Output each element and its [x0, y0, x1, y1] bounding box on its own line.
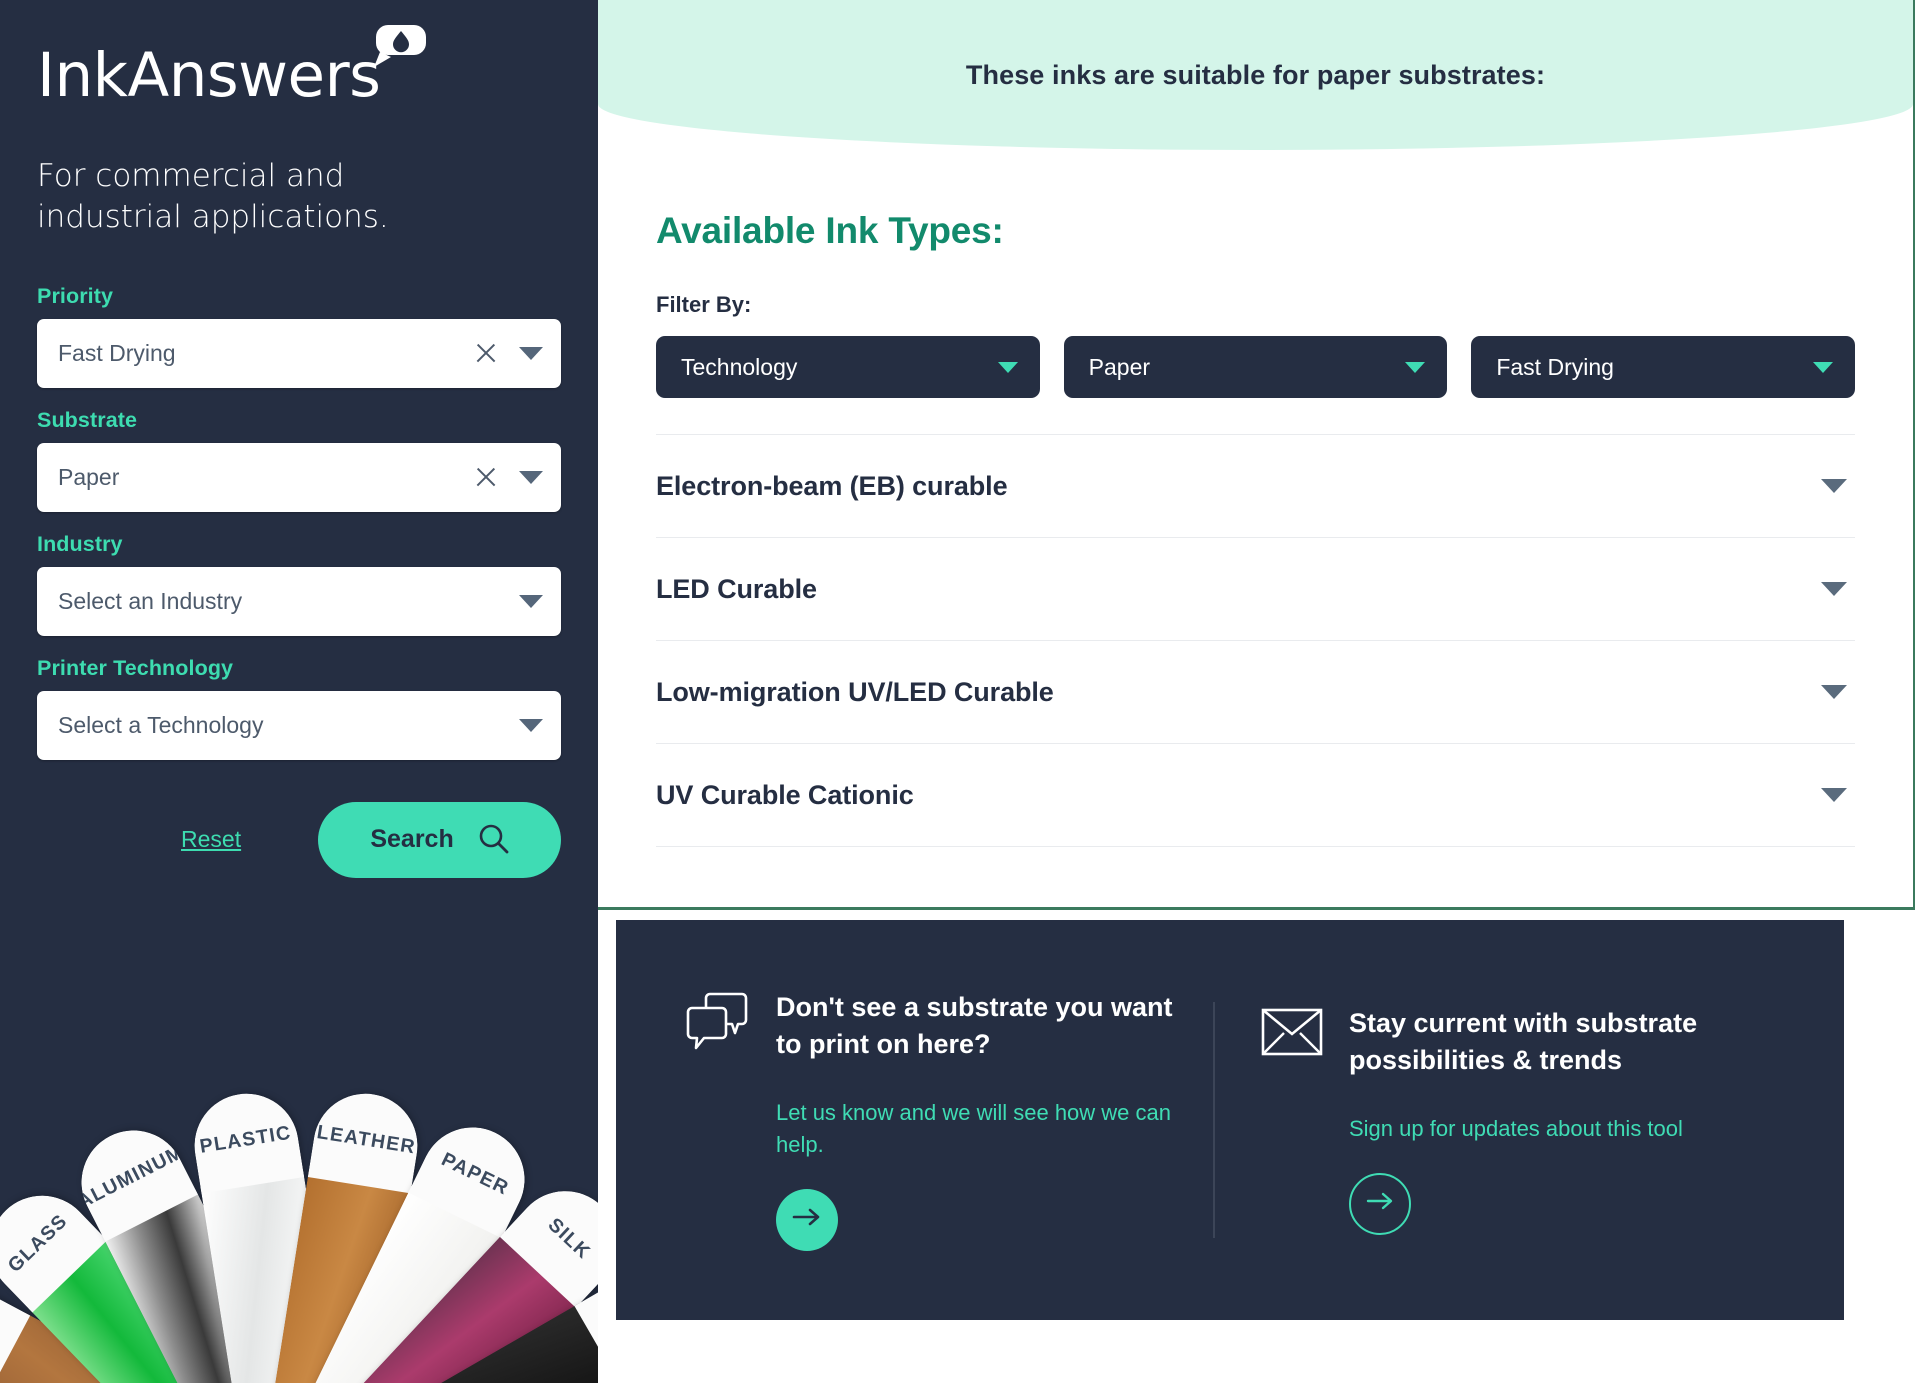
cta-arrow-button[interactable] — [776, 1188, 838, 1251]
magnifier-icon — [478, 823, 509, 857]
select-priority[interactable]: Fast Drying — [37, 318, 561, 388]
search-button-label: Search — [370, 825, 454, 854]
chevron-down-icon — [997, 361, 1018, 373]
chevron-down-icon[interactable] — [1821, 582, 1847, 596]
arrow-right-icon — [792, 1207, 822, 1232]
chevron-down-icon — [1405, 361, 1426, 373]
accordion-item[interactable]: UV Curable Cationic — [656, 744, 1855, 847]
swatch-cardboard — [0, 1272, 331, 1383]
label-substrate: Substrate — [37, 407, 138, 432]
main-content: These inks are suitable for paper substr… — [598, 0, 1915, 1383]
envelope-icon — [1261, 1008, 1323, 1061]
swatch-label-tab: GLASS — [0, 1174, 108, 1313]
select-substrate[interactable]: Paper — [37, 442, 561, 512]
arrow-right-icon — [1365, 1191, 1395, 1216]
swatch-cotton: COTTON — [280, 1259, 598, 1383]
swatch-label-tab: PLASTIC — [187, 1086, 305, 1194]
filter-chip-fast-drying[interactable]: Fast Drying — [1471, 336, 1856, 398]
sidebar-actions: Reset Search — [37, 801, 561, 878]
accordion-item[interactable]: Low-migration UV/LED Curable — [656, 641, 1855, 744]
cta-substrate-request: Don't see a substrate you want to print … — [672, 989, 1213, 1251]
logo-text: InkAnswers — [37, 40, 381, 111]
label-industry: Industry — [37, 531, 123, 556]
cta-body: Stay current with substrate possibilitie… — [1349, 1005, 1754, 1235]
cta-link-text[interactable]: Let us know and we will see how we can h… — [776, 1097, 1176, 1161]
chevron-down-icon[interactable] — [519, 594, 543, 608]
tagline: For commercial and industrial applicatio… — [37, 158, 389, 235]
swatch-label-tab: COTTON — [574, 1259, 598, 1383]
chevron-down-icon[interactable] — [519, 346, 543, 360]
clear-priority-icon[interactable] — [471, 338, 501, 368]
sidebar-content: InkAnswers For commercial and industrial… — [0, 0, 598, 878]
hero-title: These inks are suitable for paper substr… — [965, 60, 1546, 90]
swatch-label-tab: LEATHER — [307, 1086, 425, 1194]
results-panel: These inks are suitable for paper substr… — [598, 0, 1915, 910]
cta-body: Don't see a substrate you want to print … — [776, 989, 1179, 1251]
filter-chips: Technology Paper Fast Drying — [656, 336, 1856, 398]
select-printer-technology[interactable]: Select a Technology — [37, 690, 561, 760]
select-industry[interactable]: Select an Industry — [37, 566, 561, 636]
speech-bubble-ink-drop-icon — [374, 25, 427, 67]
accordion-item-label: LED Curable — [656, 573, 817, 604]
filter-by-label: Filter By: — [656, 292, 752, 317]
results-content: Available Ink Types: Filter By: Technolo… — [598, 150, 1913, 847]
accordion-item-label: UV Curable Cationic — [656, 779, 914, 810]
chevron-down-icon[interactable] — [1821, 479, 1847, 493]
select-printer-technology-value: Select a Technology — [58, 711, 264, 738]
clear-substrate-icon[interactable] — [471, 462, 501, 492]
hero-banner: These inks are suitable for paper substr… — [598, 0, 1913, 150]
label-printer-technology: Printer Technology — [37, 655, 234, 680]
chevron-down-icon[interactable] — [1821, 685, 1847, 699]
select-priority-value: Fast Drying — [58, 339, 176, 366]
cta-title: Don't see a substrate you want to print … — [776, 992, 1173, 1060]
page-title: Available Ink Types: — [656, 210, 1004, 251]
swatch-label-tab: ALUMINUM — [63, 1112, 198, 1242]
accordion-item-label: Electron-beam (EB) curable — [656, 470, 1008, 501]
chevron-down-icon[interactable] — [519, 718, 543, 732]
filter-chip-paper[interactable]: Paper — [1063, 336, 1448, 398]
swatch-glass: GLASS — [0, 1174, 344, 1383]
search-button[interactable]: Search — [318, 801, 561, 878]
swatch-plastic: PLASTIC — [187, 1086, 358, 1383]
field-priority: Priority Fast Drying — [37, 284, 561, 388]
swatch-silk: SILK — [267, 1169, 598, 1383]
reset-link[interactable]: Reset — [181, 826, 241, 853]
ink-types-accordion: Electron-beam (EB) curable LED Curable L… — [656, 434, 1855, 847]
swatch-label-tab: PAPER — [408, 1109, 543, 1239]
field-industry: Industry Select an Industry — [37, 532, 561, 636]
swatch-label-tab — [0, 1272, 31, 1383]
cta-arrow-button[interactable] — [1349, 1172, 1411, 1235]
chevron-down-icon — [1813, 361, 1834, 373]
field-substrate: Substrate Paper — [37, 408, 561, 512]
field-printer-technology: Printer Technology Select a Technology — [37, 656, 561, 760]
filter-chip-label: Paper — [1088, 353, 1151, 380]
select-substrate-value: Paper — [58, 463, 120, 490]
cta-title: Stay current with substrate possibilitie… — [1349, 1008, 1698, 1076]
swatch-label-tab: SILK — [499, 1169, 598, 1308]
filter-chip-label: Technology — [681, 353, 798, 380]
cta-link-text[interactable]: Sign up for updates about this tool — [1349, 1113, 1749, 1145]
accordion-item[interactable]: LED Curable — [656, 538, 1855, 641]
substrate-swatch-fan: GLASS ALUMINUM PLASTIC LEATHER PAPER SIL… — [0, 951, 598, 1383]
speech-bubbles-icon — [686, 992, 750, 1055]
swatch-leather: LEATHER — [254, 1086, 425, 1383]
swatch-paper: PAPER — [259, 1109, 543, 1383]
label-priority: Priority — [37, 283, 114, 308]
select-industry-value: Select an Industry — [58, 587, 243, 614]
logo[interactable]: InkAnswers — [37, 25, 427, 111]
filter-chip-technology[interactable]: Technology — [656, 336, 1040, 398]
chevron-down-icon[interactable] — [519, 470, 543, 484]
filter-chip-label: Fast Drying — [1496, 353, 1614, 380]
chevron-down-icon[interactable] — [1821, 788, 1847, 802]
accordion-item-label: Low-migration UV/LED Curable — [656, 676, 1054, 707]
accordion-item[interactable]: Electron-beam (EB) curable — [656, 435, 1855, 538]
cta-panel: Don't see a substrate you want to print … — [616, 920, 1844, 1320]
swatch-aluminum: ALUMINUM — [63, 1112, 353, 1383]
sidebar: InkAnswers For commercial and industrial… — [0, 0, 598, 1383]
cta-newsletter-signup: Stay current with substrate possibilitie… — [1215, 1005, 1788, 1235]
app-root: InkAnswers For commercial and industrial… — [0, 0, 1915, 1383]
